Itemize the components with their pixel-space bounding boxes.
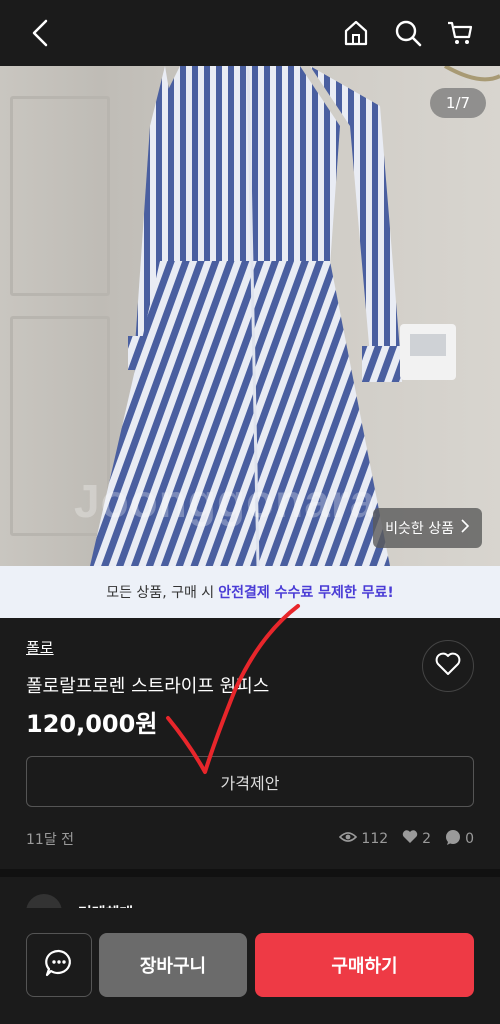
chat-count: 0 — [465, 831, 474, 847]
product-title: 폴로랄프로렌 스트라이프 원피스 — [26, 676, 270, 697]
chat-button[interactable] — [26, 933, 92, 997]
image-counter: 1/7 — [430, 88, 486, 118]
similar-products-label: 비슷한 상품 — [385, 521, 454, 537]
add-to-cart-button[interactable]: 장바구니 — [99, 933, 247, 997]
price-offer-button[interactable]: 가격제안 — [26, 756, 474, 807]
like-count: 2 — [422, 831, 432, 847]
promo-prefix: 모든 상품, 구매 시 — [106, 585, 215, 601]
home-icon[interactable] — [340, 17, 372, 49]
heart-icon — [435, 652, 461, 680]
like-button[interactable] — [422, 640, 474, 692]
posted-time: 11달 전 — [26, 832, 75, 848]
top-navigation-bar — [0, 0, 500, 66]
promo-banner[interactable]: 모든 상품, 구매 시 안전결제 수수료 무제한 무료! — [0, 566, 500, 618]
chevron-right-icon — [460, 519, 470, 537]
chat-icon — [44, 948, 74, 982]
buy-button[interactable]: 구매하기 — [255, 933, 474, 997]
bottom-action-bar: 장바구니 구매하기 — [0, 908, 500, 1024]
view-count: 112 — [361, 831, 389, 847]
chat-bubble-icon — [445, 829, 461, 849]
back-arrow-icon[interactable] — [24, 17, 56, 49]
section-divider — [0, 869, 500, 877]
search-icon[interactable] — [392, 17, 424, 49]
product-image[interactable]: Joonggonara 1/7 비슷한 상품 — [0, 66, 500, 566]
watermark-text: Joonggonara — [74, 475, 377, 527]
product-stats: 112 2 0 — [331, 829, 474, 849]
heart-filled-icon — [402, 830, 418, 848]
promo-highlight: 안전결제 수수료 무제한 무료! — [218, 585, 394, 601]
brand-link[interactable]: 폴로 — [26, 637, 54, 658]
eye-icon — [339, 831, 358, 847]
similar-products-button[interactable]: 비슷한 상품 — [373, 508, 482, 548]
cart-icon[interactable] — [444, 17, 476, 49]
product-price: 120,000원 — [26, 710, 158, 738]
